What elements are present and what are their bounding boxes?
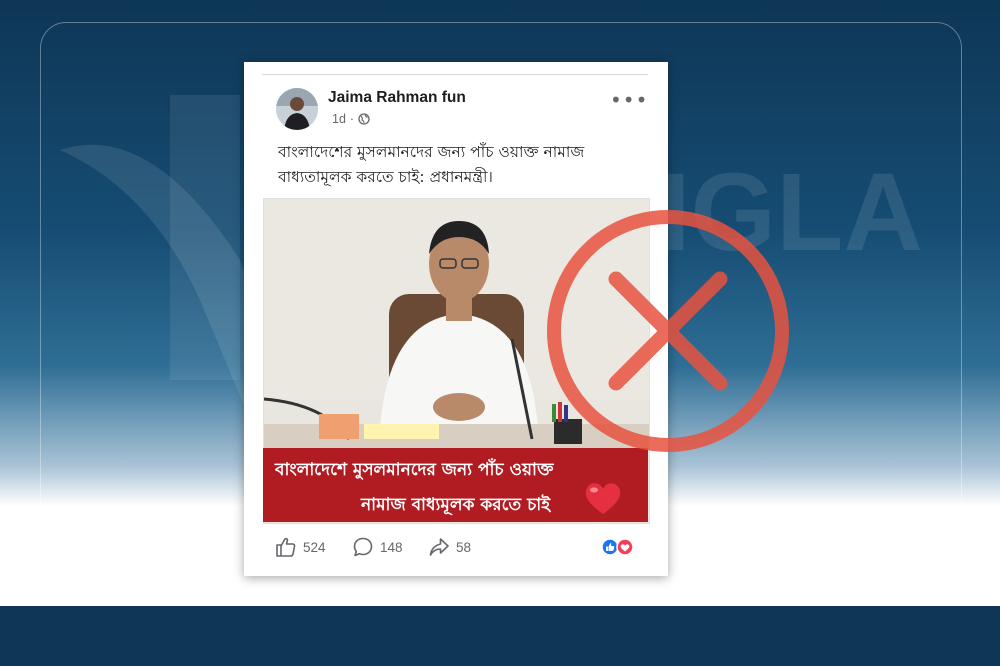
like-button[interactable]: 524	[275, 536, 326, 558]
post-meta: 1d ·	[332, 112, 370, 126]
share-button[interactable]: 58	[428, 536, 471, 558]
post-actions-bar: 524 148 58	[244, 532, 668, 562]
like-count: 524	[303, 539, 326, 555]
banner-line-2: নামাজ বাধ্যমূলক করতে চাই	[361, 495, 551, 515]
avatar[interactable]	[276, 88, 318, 130]
comment-icon	[353, 537, 373, 557]
image-caption-banner: বাংলাদেশে মুসলমানদের জন্য পাঁচ ওয়াক্ত ন…	[263, 448, 648, 522]
post-caption: বাংলাদেশের মুসলমানদের জন্য পাঁচ ওয়াক্ত …	[278, 143, 585, 186]
post-time[interactable]: 1d	[332, 112, 346, 126]
bottom-band	[0, 606, 1000, 666]
meta-separator: ·	[349, 112, 355, 126]
more-options-button[interactable]: •••	[610, 88, 648, 112]
share-icon	[429, 538, 449, 556]
divider	[262, 74, 648, 75]
globe-icon	[358, 113, 370, 125]
comment-button[interactable]: 148	[352, 536, 403, 558]
comment-count: 148	[380, 539, 403, 555]
thumbs-up-icon	[276, 537, 296, 557]
reactions-summary[interactable]	[601, 538, 637, 556]
cross-circle-icon	[547, 210, 789, 452]
heart-icon	[585, 483, 621, 514]
share-count: 58	[456, 539, 472, 555]
author-name[interactable]: Jaima Rahman fun	[328, 89, 466, 107]
